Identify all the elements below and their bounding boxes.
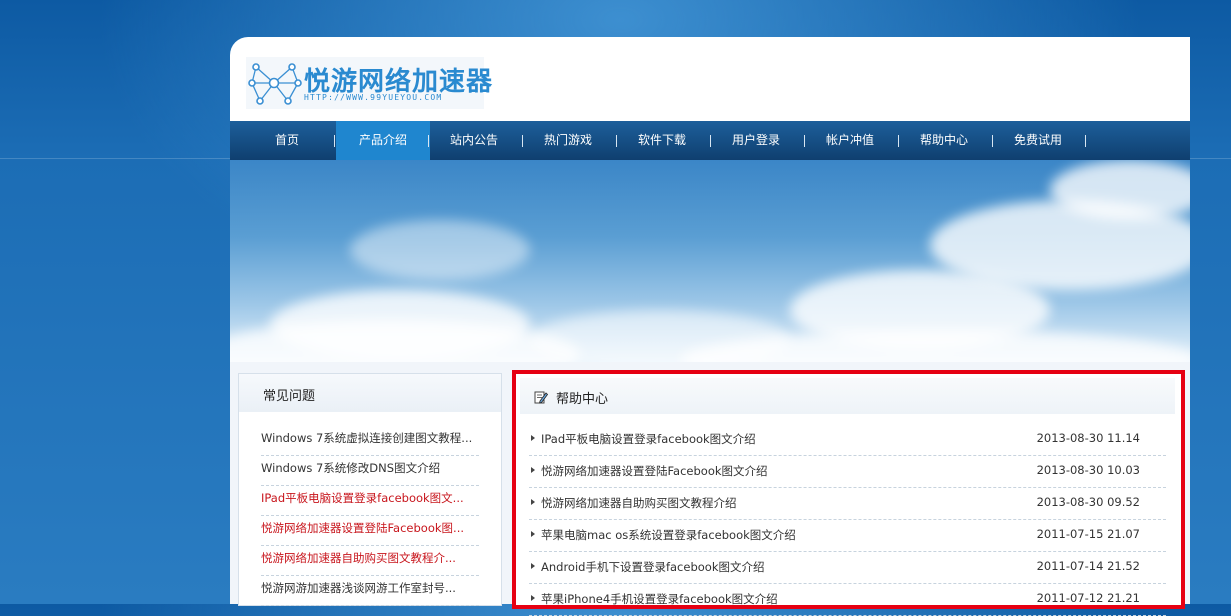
bullet-arrow-icon (531, 467, 535, 473)
help-list-item[interactable]: 悦游网络加速器自助购买图文教程介绍 2013-08-30 09.52 (529, 488, 1166, 520)
nav-item-announcements[interactable]: 站内公告 (427, 121, 521, 160)
faq-title: 常见问题 (263, 389, 316, 404)
help-list-item[interactable]: 苹果iPhone4手机设置登录facebook图文介绍 2011-07-12 2… (529, 584, 1166, 616)
help-item-date: 2011-07-12 21.21 (1036, 591, 1140, 605)
cloud (350, 220, 530, 280)
help-item-title[interactable]: 苹果iPhone4手机设置登录facebook图文介绍 (541, 591, 778, 607)
help-item-title[interactable]: IPad平板电脑设置登录facebook图文介绍 (541, 431, 756, 447)
nav-item-home[interactable]: 首页 (240, 121, 334, 160)
faq-item[interactable]: Windows 7系统修改DNS图文介绍 (261, 456, 479, 486)
nav-item-products[interactable]: 产品介绍 (336, 121, 430, 160)
content-area: 常见问题 Windows 7系统虚拟连接创建图文教程... Windows 7系… (230, 362, 1190, 616)
help-center-panel: 帮助中心 IPad平板电脑设置登录facebook图文介绍 2013-08-30… (512, 370, 1185, 616)
bullet-arrow-icon (531, 499, 535, 505)
nav-separator (334, 135, 335, 147)
site-header: 悦游网络加速器 HTTP://WWW.99YUEYOU.COM (230, 37, 1190, 121)
help-title: 帮助中心 (556, 392, 609, 407)
help-item-title[interactable]: Android手机下设置登录facebook图文介绍 (541, 559, 765, 575)
logo-url: HTTP://WWW.99YUEYOU.COM (304, 93, 443, 102)
network-logo-icon (248, 63, 302, 105)
nav-item-recharge[interactable]: 帐户冲值 (803, 121, 897, 160)
nav-item-login[interactable]: 用户登录 (709, 121, 803, 160)
sky-banner (230, 160, 1190, 362)
help-list-item[interactable]: 悦游网络加速器设置登陆Facebook图文介绍 2013-08-30 10.03 (529, 456, 1166, 488)
faq-item[interactable]: IPad平板电脑设置登录facebook图文... (261, 486, 479, 516)
site-logo[interactable]: 悦游网络加速器 HTTP://WWW.99YUEYOU.COM (246, 57, 492, 109)
faq-item[interactable]: Windows 7系统虚拟连接创建图文教程... (261, 426, 479, 456)
help-item-date: 2011-07-15 21.07 (1036, 527, 1140, 541)
help-list-item[interactable]: 苹果电脑mac os系统设置登录facebook图文介绍 2011-07-15 … (529, 520, 1166, 552)
faq-list: Windows 7系统虚拟连接创建图文教程... Windows 7系统修改DN… (261, 426, 479, 606)
help-item-title[interactable]: 悦游网络加速器自助购买图文教程介绍 (541, 495, 737, 511)
faq-item[interactable]: 悦游网络加速器设置登陆Facebook图... (261, 516, 479, 546)
bullet-arrow-icon (531, 435, 535, 441)
nav-item-help[interactable]: 帮助中心 (897, 121, 991, 160)
help-list: IPad平板电脑设置登录facebook图文介绍 2013-08-30 11.1… (529, 424, 1166, 616)
help-item-title[interactable]: 苹果电脑mac os系统设置登录facebook图文介绍 (541, 527, 796, 543)
faq-item[interactable]: 悦游网游加速器浅谈网游工作室封号... (261, 576, 479, 606)
bullet-arrow-icon (531, 563, 535, 569)
help-header: 帮助中心 (520, 378, 1175, 414)
nav-item-hot-games[interactable]: 热门游戏 (521, 121, 615, 160)
help-list-item[interactable]: IPad平板电脑设置登录facebook图文介绍 2013-08-30 11.1… (529, 424, 1166, 456)
page-container: 悦游网络加速器 HTTP://WWW.99YUEYOU.COM 首页 产品介绍 … (230, 37, 1190, 616)
help-item-date: 2011-07-14 21.52 (1036, 559, 1140, 573)
nav-item-download[interactable]: 软件下载 (615, 121, 709, 160)
faq-panel: 常见问题 Windows 7系统虚拟连接创建图文教程... Windows 7系… (238, 373, 502, 606)
faq-header: 常见问题 (239, 374, 501, 412)
edit-document-icon (534, 391, 548, 404)
nav-separator (1085, 135, 1086, 147)
help-item-title[interactable]: 悦游网络加速器设置登陆Facebook图文介绍 (541, 463, 768, 479)
main-nav: 首页 产品介绍 站内公告 热门游戏 软件下载 用户登录 帐户冲值 帮助中心 免费… (230, 121, 1190, 160)
bullet-arrow-icon (531, 531, 535, 537)
bullet-arrow-icon (531, 595, 535, 601)
help-item-date: 2013-08-30 10.03 (1036, 463, 1140, 477)
faq-item[interactable]: 悦游网络加速器自助购买图文教程介... (261, 546, 479, 576)
nav-item-free-trial[interactable]: 免费试用 (991, 121, 1085, 160)
help-item-date: 2013-08-30 09.52 (1036, 495, 1140, 509)
help-item-date: 2013-08-30 11.14 (1036, 431, 1140, 445)
help-list-item[interactable]: Android手机下设置登录facebook图文介绍 2011-07-14 21… (529, 552, 1166, 584)
